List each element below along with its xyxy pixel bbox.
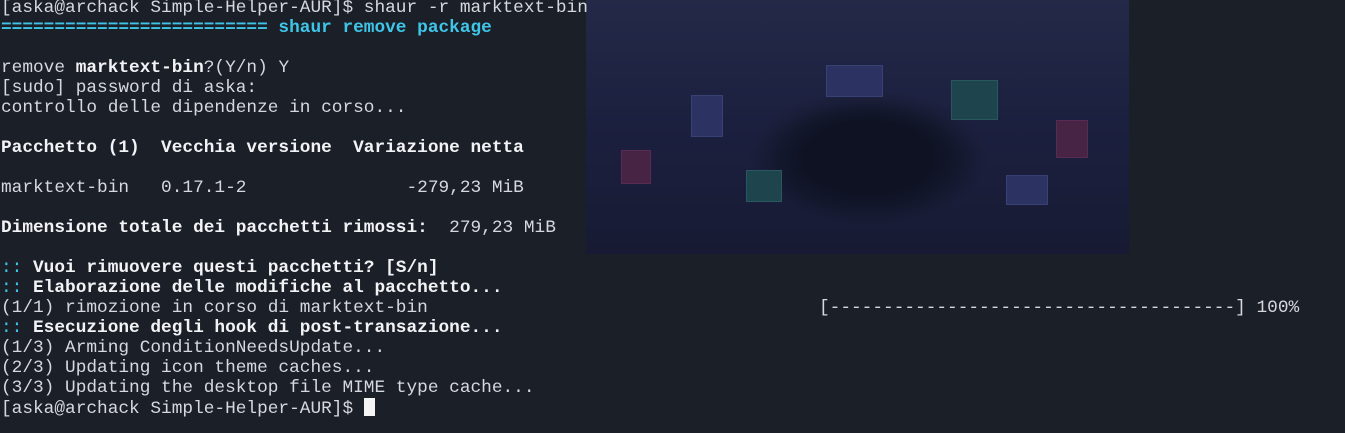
total-size-line: Dimensione totale dei pacchetti rimossi:… [1,218,556,238]
shell-prompt: [aska@archack Simple-Helper-AUR]$ [1,0,364,18]
processing-line: :: Elaborazione delle modifiche al pacch… [1,278,503,298]
text-cursor [363,398,375,416]
removal-progress-bar: [--------------------------------------]… [819,298,1300,318]
question-remove-text: Vuoi rimuovere questi pacchetti? [S/n] [33,258,439,278]
header-title: shaur remove package [267,18,492,38]
header-line: ========================= shaur remove p… [1,18,492,38]
processing-text: Elaborazione delle modifiche al pacchett… [33,278,503,298]
question-marker: :: [1,258,34,278]
confirm-remove-line: remove marktext-bin?(Y/n) Y [1,58,289,78]
deps-check-line: controllo delle dipendenze in corso... [1,98,407,118]
total-size-value: 279,23 MiB [427,218,556,238]
hook-step-2: (2/3) Updating icon theme caches... [1,358,375,378]
hook-step-1: (1/3) Arming ConditionNeedsUpdate... [1,338,386,358]
command-line: [aska@archack Simple-Helper-AUR]$ shaur … [1,0,588,18]
header-rule: ========================= [1,18,268,38]
sudo-prompt-line: [sudo] password di aska: [1,78,258,98]
removal-progress-text: (1/1) rimozione in corso di marktext-bin [1,298,428,318]
total-size-label: Dimensione totale dei pacchetti rimossi: [1,218,428,238]
confirm-suffix: ?(Y/n) Y [203,58,290,78]
question-remove-line: :: Vuoi rimuovere questi pacchetti? [S/n… [1,258,439,278]
table-header: Pacchetto (1) Vecchia versione Variazion… [1,138,524,158]
confirm-prefix: remove [1,58,76,78]
hooks-marker: :: [1,318,34,338]
terminal-window[interactable]: [aska@archack Simple-Helper-AUR]$ shaur … [1,0,1345,433]
package-name: marktext-bin [75,58,204,78]
hooks-line: :: Esecuzione degli hook di post-transaz… [1,318,503,338]
shell-prompt-final: [aska@archack Simple-Helper-AUR]$ [1,399,364,419]
final-prompt-line[interactable]: [aska@archack Simple-Helper-AUR]$ [1,398,375,419]
command-text: shaur -r marktext-bin [363,0,588,18]
table-row: marktext-bin 0.17.1-2 -279,23 MiB [1,178,524,198]
processing-marker: :: [1,278,34,298]
hooks-text: Esecuzione degli hook di post-transazion… [33,318,503,338]
hook-step-3: (3/3) Updating the desktop file MIME typ… [1,378,535,398]
